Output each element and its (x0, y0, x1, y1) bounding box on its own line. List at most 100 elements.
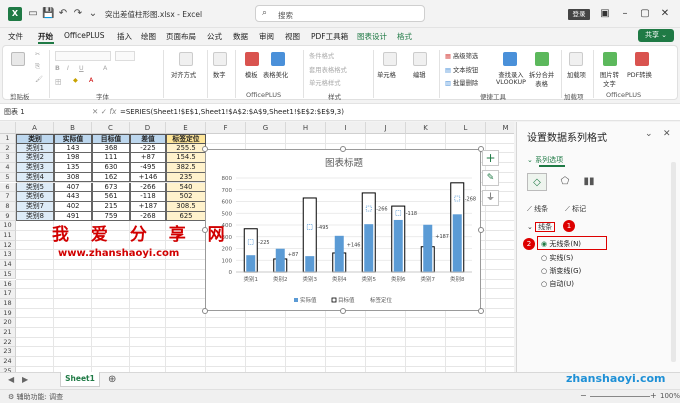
data-cell[interactable]: 561 (92, 192, 130, 202)
accessibility-status[interactable]: ⚙ 辅助功能: 调查 (8, 392, 63, 402)
split-merge-button[interactable]: 拆分合并 表格 (529, 70, 554, 88)
underline-icon[interactable]: U (79, 65, 84, 72)
row-header[interactable]: 1 (0, 134, 16, 144)
next-sheet-icon[interactable]: ▶ (22, 375, 28, 384)
row-header[interactable]: 20 (0, 318, 16, 328)
row-header[interactable]: 4 (0, 163, 16, 173)
data-cell[interactable]: 382.5 (166, 163, 206, 173)
row-header[interactable]: 9 (0, 211, 16, 222)
maximize-icon[interactable]: ▢ (638, 7, 652, 21)
series-options-dropdown[interactable]: ⌄ 系列选项 (527, 155, 563, 165)
row-header[interactable]: 16 (0, 279, 16, 290)
column-header[interactable]: C (92, 122, 130, 134)
data-cell[interactable]: 402 (54, 201, 92, 212)
marker-tab[interactable]: ⟋ 标记 (565, 204, 586, 214)
ribbon-display-icon[interactable]: ▣ (598, 7, 612, 21)
row-header[interactable]: 11 (0, 231, 16, 241)
pane-options-chevron-icon[interactable]: ⌄ (645, 129, 653, 139)
resize-handle[interactable] (340, 146, 346, 152)
formula-input[interactable]: =SERIES(Sheet1!$E$1,Sheet1!$A$2:$A$9,She… (120, 108, 344, 116)
login-button[interactable]: 登录 (568, 9, 590, 20)
resize-handle[interactable] (478, 308, 484, 314)
data-cell[interactable]: 235 (166, 172, 206, 183)
table-beautify-icon[interactable] (271, 52, 285, 66)
data-cell[interactable]: -118 (130, 192, 166, 202)
search-box[interactable]: ⌕ 搜索 (255, 5, 425, 22)
prev-sheet-icon[interactable]: ◀ (8, 375, 14, 384)
undo-icon[interactable]: ↶ (57, 8, 69, 20)
template-icon[interactable] (245, 52, 259, 66)
pane-scrollbar[interactable] (671, 162, 676, 362)
menu-page-layout[interactable]: 页面布局 (166, 31, 196, 42)
cancel-icon[interactable]: ✕ (92, 107, 98, 116)
menu-file[interactable]: 文件 (8, 31, 23, 42)
data-cell[interactable]: 540 (166, 182, 206, 193)
font-grow-icon[interactable]: A (103, 65, 107, 72)
align-icon[interactable] (179, 52, 193, 66)
minimize-icon[interactable]: – (618, 7, 632, 21)
resize-handle[interactable] (202, 146, 208, 152)
header-cell[interactable]: 类别 (16, 134, 54, 144)
image-to-text-icon[interactable] (603, 52, 617, 66)
radio-no-line[interactable]: ◉ 无线条(N) (541, 239, 581, 249)
name-box[interactable]: 图表 1 (4, 107, 84, 119)
menu-pdf-toolbox[interactable]: PDF工具箱 (311, 31, 348, 42)
row-header[interactable]: 22 (0, 337, 16, 348)
data-cell[interactable]: 类别7 (16, 201, 54, 212)
row-header[interactable]: 8 (0, 201, 16, 212)
align-button[interactable]: 对齐方式 (171, 70, 196, 79)
data-cell[interactable]: 215 (92, 201, 130, 212)
column-header[interactable]: J (366, 122, 406, 134)
menu-home[interactable]: 开始 (38, 31, 53, 42)
data-cell[interactable]: 111 (92, 153, 130, 164)
italic-icon[interactable]: I (67, 65, 69, 72)
advanced-filter-button[interactable]: ▦ 高级筛选 (445, 51, 478, 60)
line-tab[interactable]: ⟋ 线条 (527, 204, 548, 214)
data-cell[interactable]: 443 (54, 192, 92, 202)
menu-formulas[interactable]: 公式 (207, 31, 222, 42)
cells-button[interactable]: 单元格 (377, 70, 396, 79)
chart-elements-plus-icon[interactable]: + (482, 150, 499, 166)
data-cell[interactable]: 类别5 (16, 182, 54, 193)
zoom-out-icon[interactable]: − (580, 391, 587, 400)
batch-delete-button[interactable]: ▥ 批量删除 (445, 78, 478, 87)
pdf-convert-button[interactable]: PDF转换 (627, 70, 652, 79)
edit-button[interactable]: 编辑 (413, 70, 426, 79)
data-cell[interactable]: 类别4 (16, 172, 54, 183)
menu-draw[interactable]: 绘图 (141, 31, 156, 42)
data-cell[interactable]: 类别2 (16, 153, 54, 164)
column-header[interactable]: F (206, 122, 246, 134)
chart-styles-brush-icon[interactable]: ✎ (482, 170, 499, 186)
zoom-in-icon[interactable]: + (650, 391, 657, 400)
row-header[interactable]: 17 (0, 289, 16, 299)
zoom-level[interactable]: 100% (660, 392, 680, 400)
radio-automatic[interactable]: ○ 自动(U) (541, 279, 574, 289)
data-cell[interactable]: -225 (130, 143, 166, 154)
number-button[interactable]: 数字 (213, 70, 226, 79)
data-cell[interactable]: 类别8 (16, 211, 54, 222)
radio-solid-line[interactable]: ○ 实线(S) (541, 253, 573, 263)
column-header[interactable]: G (246, 122, 286, 134)
row-header[interactable]: 10 (0, 221, 16, 231)
menu-view[interactable]: 视图 (285, 31, 300, 42)
font-color-icon[interactable]: A (89, 77, 93, 84)
add-sheet-icon[interactable]: ⊕ (108, 374, 116, 385)
row-header[interactable]: 19 (0, 308, 16, 319)
format-painter-icon[interactable]: 🖌 (35, 75, 43, 83)
data-cell[interactable]: 162 (92, 172, 130, 183)
row-header[interactable]: 7 (0, 192, 16, 202)
addins-button[interactable]: 加载项 (567, 70, 586, 79)
copy-icon[interactable]: ⎘ (35, 63, 40, 71)
paste-icon[interactable] (11, 52, 25, 66)
zoom-slider[interactable] (590, 396, 650, 397)
resize-handle[interactable] (340, 308, 346, 314)
menu-review[interactable]: 审阅 (259, 31, 274, 42)
border-icon[interactable]: 田 (55, 77, 61, 86)
row-header[interactable]: 3 (0, 153, 16, 164)
table-format-button[interactable]: 套用表格格式 (309, 65, 347, 74)
enter-icon[interactable]: ✓ (101, 107, 107, 116)
data-cell[interactable]: +146 (130, 172, 166, 183)
header-cell[interactable]: 实际值 (54, 134, 92, 144)
data-cell[interactable]: 类别3 (16, 163, 54, 173)
radio-gradient-line[interactable]: ○ 渐变线(G) (541, 266, 581, 276)
